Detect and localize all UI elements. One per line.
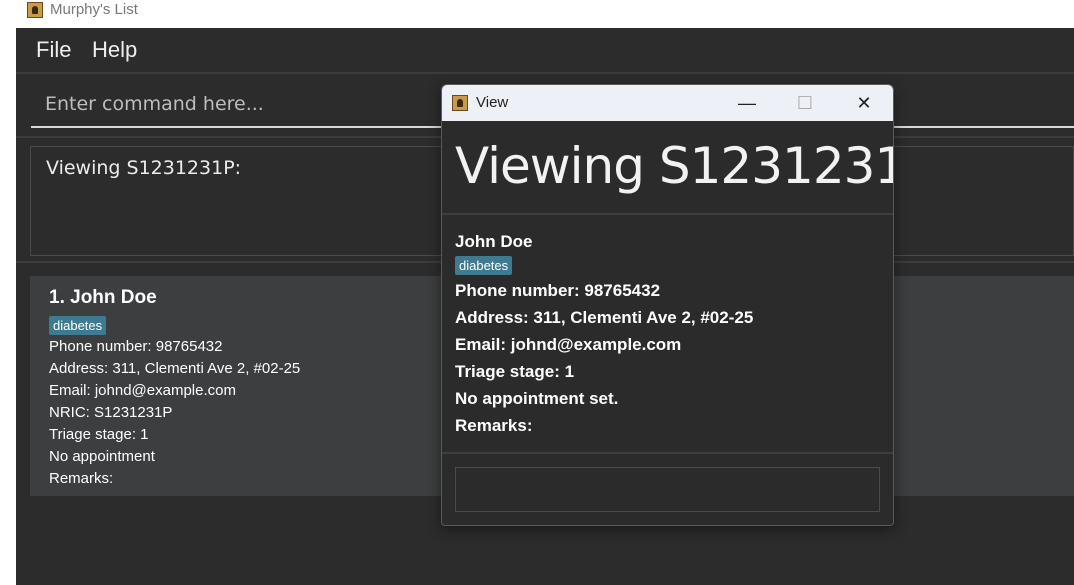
patient-name: 1. John Doe [49,287,157,308]
divider [442,213,893,215]
patient-appointment: No appointment [49,448,155,465]
patient-email: Email: johnd@example.com [49,382,236,399]
view-appointment: No appointment set. [455,389,619,408]
view-email: Email: johnd@example.com [455,335,682,354]
view-address: Address: 311, Clementi Ave 2, #02-25 [455,308,754,327]
menu-bar: File Help [16,28,1074,74]
close-icon[interactable]: ✕ [835,85,893,121]
app-icon [27,2,43,18]
tag-badge: diabetes [49,316,107,335]
patient-triage: Triage stage: 1 [49,426,149,443]
result-text: Viewing S1231231P: [46,157,242,179]
view-header: Viewing S1231231P: [455,137,893,195]
patient-address: Address: 311, Clementi Ave 2, #02-25 [49,360,301,377]
app-icon [452,95,468,111]
view-triage: Triage stage: 1 [455,362,575,381]
view-phone: Phone number: 98765432 [455,281,661,300]
maximize-icon[interactable]: ☐ [776,85,834,121]
minimize-icon[interactable]: — [718,85,776,121]
window-title: Murphy's List [50,1,138,18]
patient-remarks: Remarks: [49,470,114,487]
view-remarks: Remarks: [455,416,533,435]
view-name: John Doe [455,232,533,251]
view-title: View [476,94,509,111]
menu-file[interactable]: File [36,37,71,63]
view-footer-box [455,467,880,512]
main-title-bar: Murphy's List [0,0,1074,22]
divider [442,452,893,454]
menu-help[interactable]: Help [92,37,137,63]
patient-phone: Phone number: 98765432 [49,338,223,355]
view-title-bar[interactable]: View — ☐ ✕ [442,85,893,121]
patient-nric: NRIC: S1231231P [49,404,173,421]
tag-badge: diabetes [455,256,513,275]
view-dialog: View — ☐ ✕ Viewing S1231231P: John Doe d… [441,84,894,526]
